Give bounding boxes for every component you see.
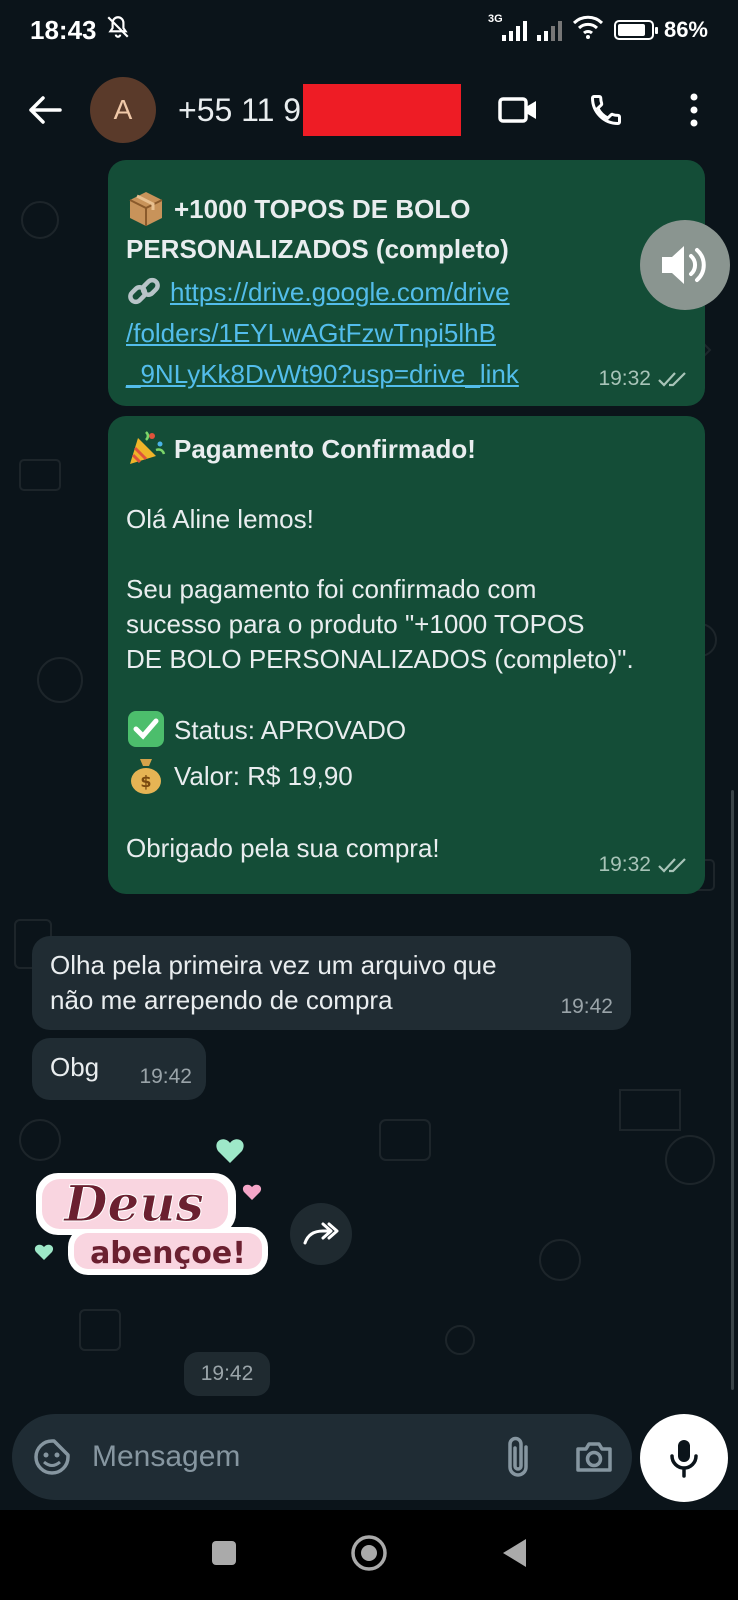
battery-percent: 86% [663, 17, 708, 42]
network-type-label: 3G [487, 13, 503, 25]
message-bubble-outgoing[interactable]: +1000 TOPOS DE BOLO PERSONALIZADOS (comp… [108, 160, 705, 406]
system-navigation-bar [0, 1510, 738, 1600]
status-right: 3G 86% [488, 13, 708, 45]
triangle-back-icon [503, 1538, 526, 1567]
home-circle-icon [351, 1534, 387, 1571]
link-block[interactable]: https://drive.google.com/drive [126, 275, 687, 310]
check-mark-button-icon [128, 711, 164, 748]
microphone-icon [670, 1440, 698, 1478]
double-check-icon [658, 371, 686, 387]
avatar[interactable]: A [90, 77, 156, 143]
money-bag-icon: $ [131, 759, 161, 795]
voice-call-button[interactable] [562, 92, 650, 128]
message-bubble-outgoing[interactable]: Pagamento Confirmado! Olá Aline lemos! S… [108, 416, 705, 894]
sticker-art: Deus abençoe! [34, 1139, 268, 1275]
value-line: $ Valor: R$ 19,90 [126, 759, 687, 795]
message-title: +1000 TOPOS DE BOLO [126, 192, 687, 228]
message-input[interactable]: Mensagem [92, 1440, 480, 1474]
contact-name[interactable]: +55 11 9 [178, 83, 461, 136]
message-bubble-incoming[interactable]: Olha pela primeira vez um arquivo que nã… [32, 936, 631, 1030]
paperclip-icon [508, 1436, 528, 1477]
status-line: Status: APROVADO [126, 711, 687, 749]
message-time: 19:42 [560, 995, 613, 1018]
chat-area[interactable]: +1000 TOPOS DE BOLO PERSONALIZADOS (comp… [0, 160, 738, 1410]
do-not-disturb-icon [105, 14, 131, 47]
message-meta: 19:42 [560, 989, 613, 1024]
title-line-1: +1000 TOPOS DE BOLO [174, 194, 471, 224]
status-left: 18:43 [30, 14, 131, 47]
kebab-menu-icon [690, 93, 698, 127]
signal-icon [536, 19, 562, 41]
speaker-icon [662, 246, 706, 284]
greeting-text: Olá Aline lemos! [126, 504, 314, 535]
party-popper-icon [130, 431, 166, 465]
sticker[interactable]: Deus abençoe! [30, 1135, 280, 1280]
sticker-button[interactable] [12, 1438, 92, 1476]
wifi-icon [572, 15, 604, 45]
package-icon [129, 192, 163, 227]
forward-arrow-icon [303, 1222, 339, 1245]
camera-icon [576, 1442, 612, 1472]
arrow-left-icon [29, 96, 62, 124]
forward-button[interactable] [290, 1203, 352, 1265]
message-meta: 19:32 [598, 847, 687, 882]
sticker-text-line-1: Deus [62, 1174, 204, 1233]
signal-3g-icon: 3G [488, 13, 527, 41]
message-time: 19:32 [598, 853, 651, 876]
body-line-3: DE BOLO PERSONALIZADOS (completo)". [126, 644, 634, 675]
message-input-bar[interactable]: Mensagem [12, 1414, 632, 1500]
message-title: Pagamento Confirmado! [126, 431, 687, 468]
body-line-1: Seu pagamento foi confirmado com [126, 574, 537, 605]
double-check-icon [658, 857, 686, 873]
speaker-button[interactable] [640, 220, 730, 310]
message-line-1: Olha pela primeira vez um arquivo que [50, 950, 497, 980]
video-call-button[interactable] [474, 96, 562, 124]
emoji-sticker-icon [34, 1439, 70, 1475]
back-button[interactable] [0, 95, 90, 125]
value-text: Valor: R$ 19,90 [174, 761, 353, 792]
header-actions [474, 60, 738, 160]
message-time: 19:32 [598, 367, 651, 390]
phone-icon [590, 95, 621, 126]
title-text: Pagamento Confirmado! [174, 434, 476, 464]
scrollbar[interactable] [731, 790, 734, 1390]
body-line-2: sucesso para o produto "+1000 TOPOS [126, 609, 585, 640]
composer: Mensagem [0, 1410, 738, 1510]
sticker-text-line-2: abençoe! [90, 1236, 246, 1271]
square-icon [212, 1540, 236, 1565]
camera-button[interactable] [556, 1440, 632, 1474]
status-bar: 18:43 3G 86% [0, 0, 738, 60]
chat-header: A +55 11 9 [0, 60, 738, 160]
voice-record-button[interactable] [640, 1414, 728, 1502]
drive-link-line-2[interactable]: /folders/1EYLwAGtFzwTnpi5lhB [126, 316, 687, 351]
more-options-button[interactable] [650, 93, 738, 127]
clock: 18:43 [30, 14, 97, 45]
redaction-box [303, 83, 461, 136]
sticker-time: 19:42 [184, 1352, 270, 1396]
svg-text:$: $ [140, 772, 151, 791]
status-text: Status: APROVADO [174, 715, 407, 746]
message-bubble-incoming[interactable]: Obg 19:42 [32, 1038, 206, 1100]
attach-button[interactable] [480, 1435, 556, 1479]
message-meta: 19:42 [139, 1059, 192, 1094]
drive-link-line-1[interactable]: https://drive.google.com/drive [170, 277, 510, 307]
title-line-2: PERSONALIZADOS (completo) [126, 234, 509, 265]
video-camera-icon [498, 97, 536, 123]
message-line-2: não me arrependo de compra [50, 985, 393, 1015]
message-time: 19:42 [139, 1065, 192, 1088]
home-button[interactable] [350, 1534, 388, 1577]
link-icon [128, 278, 160, 305]
recents-button[interactable] [210, 1539, 238, 1572]
back-nav-button[interactable] [500, 1537, 528, 1574]
message-meta: 19:32 [598, 361, 687, 396]
battery-icon [613, 20, 658, 40]
contact-number: +55 11 9 [178, 91, 302, 128]
